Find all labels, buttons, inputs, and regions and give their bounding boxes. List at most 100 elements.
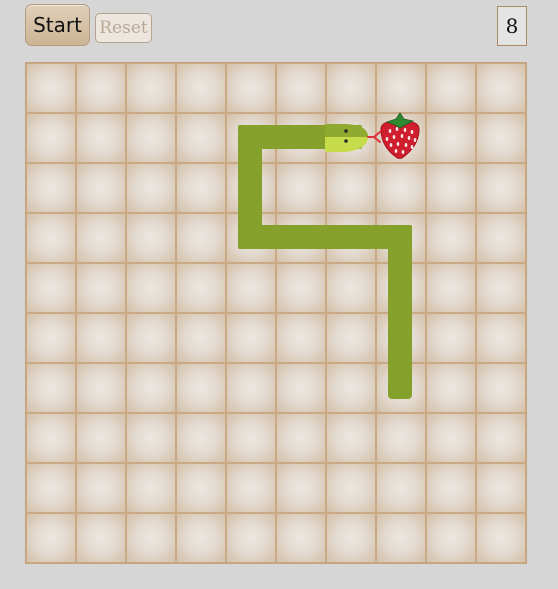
board-cell <box>76 463 126 513</box>
board-cell <box>226 463 276 513</box>
board-cell <box>26 163 76 213</box>
board-cell <box>276 263 326 313</box>
board-cell <box>76 313 126 363</box>
board-cell <box>176 463 226 513</box>
board-cell <box>476 213 526 263</box>
board-cell <box>76 263 126 313</box>
board-cell <box>276 463 326 513</box>
board-cell <box>376 513 426 563</box>
board-cell <box>376 313 426 363</box>
board-cell <box>476 63 526 113</box>
board-cell <box>476 113 526 163</box>
board-cell <box>476 513 526 563</box>
board-cell <box>276 63 326 113</box>
board-cell <box>326 163 376 213</box>
board-cell <box>126 363 176 413</box>
board-cell <box>426 163 476 213</box>
board-cell <box>26 513 76 563</box>
board-cell <box>426 213 476 263</box>
board-cell <box>26 263 76 313</box>
board-cell <box>76 63 126 113</box>
board-cell <box>76 213 126 263</box>
board-cell <box>426 263 476 313</box>
board-cell <box>76 113 126 163</box>
board-cell <box>226 63 276 113</box>
board-cell <box>226 313 276 363</box>
board-cell <box>26 213 76 263</box>
board-cell <box>326 513 376 563</box>
board-cell <box>126 163 176 213</box>
board-cell <box>326 263 376 313</box>
board-cell <box>426 463 476 513</box>
board-cell <box>76 363 126 413</box>
board-cell <box>476 263 526 313</box>
score-display: 8 <box>497 6 527 46</box>
board-cell <box>476 413 526 463</box>
board-cell <box>76 413 126 463</box>
board-cell <box>176 113 226 163</box>
board-cell <box>126 263 176 313</box>
board-cell <box>426 113 476 163</box>
board-cell <box>326 213 376 263</box>
board-cell <box>276 413 326 463</box>
board-cell <box>26 113 76 163</box>
board-cell <box>276 363 326 413</box>
board-cell <box>376 113 426 163</box>
board-cell <box>326 313 376 363</box>
board-cell <box>276 163 326 213</box>
board-cell <box>376 63 426 113</box>
board-cell <box>26 313 76 363</box>
board-cell <box>376 463 426 513</box>
board-cell <box>176 413 226 463</box>
board-cell <box>26 363 76 413</box>
board-cell <box>276 313 326 363</box>
board-cell <box>126 213 176 263</box>
board-cell <box>426 513 476 563</box>
board-cell <box>226 213 276 263</box>
reset-button[interactable]: Reset <box>95 13 152 43</box>
board-cell <box>426 363 476 413</box>
board-cell <box>176 363 226 413</box>
board-cell <box>76 513 126 563</box>
board-cell <box>126 313 176 363</box>
board-cell <box>326 413 376 463</box>
board-cell <box>476 463 526 513</box>
board-cell <box>376 413 426 463</box>
board-cell <box>326 113 376 163</box>
board-cell <box>426 63 476 113</box>
board-cell <box>176 63 226 113</box>
board-cell <box>426 313 476 363</box>
game-board[interactable] <box>25 62 527 564</box>
board-cell <box>126 113 176 163</box>
board-cell <box>226 413 276 463</box>
board-cell <box>376 163 426 213</box>
board-cell <box>326 363 376 413</box>
board-cell <box>426 413 476 463</box>
board-cell <box>326 63 376 113</box>
board-cell <box>276 213 326 263</box>
board-cell <box>376 363 426 413</box>
board-cell <box>226 513 276 563</box>
start-button[interactable]: Start <box>25 4 90 46</box>
board-cell <box>376 213 426 263</box>
board-cell <box>226 163 276 213</box>
board-cell <box>326 463 376 513</box>
board-cell <box>126 513 176 563</box>
board-cell <box>26 463 76 513</box>
board-cell <box>126 463 176 513</box>
board-cell <box>76 163 126 213</box>
board-cell <box>376 263 426 313</box>
board-cell <box>226 363 276 413</box>
board-cell <box>176 213 226 263</box>
board-cell <box>476 363 526 413</box>
board-cell <box>176 163 226 213</box>
board-cell <box>176 513 226 563</box>
board-cell <box>26 413 76 463</box>
board-cell <box>476 313 526 363</box>
board-cell <box>176 263 226 313</box>
board-cell <box>176 313 226 363</box>
board-cell <box>26 63 76 113</box>
board-cell <box>276 513 326 563</box>
board-cell <box>126 413 176 463</box>
board-cell <box>476 163 526 213</box>
